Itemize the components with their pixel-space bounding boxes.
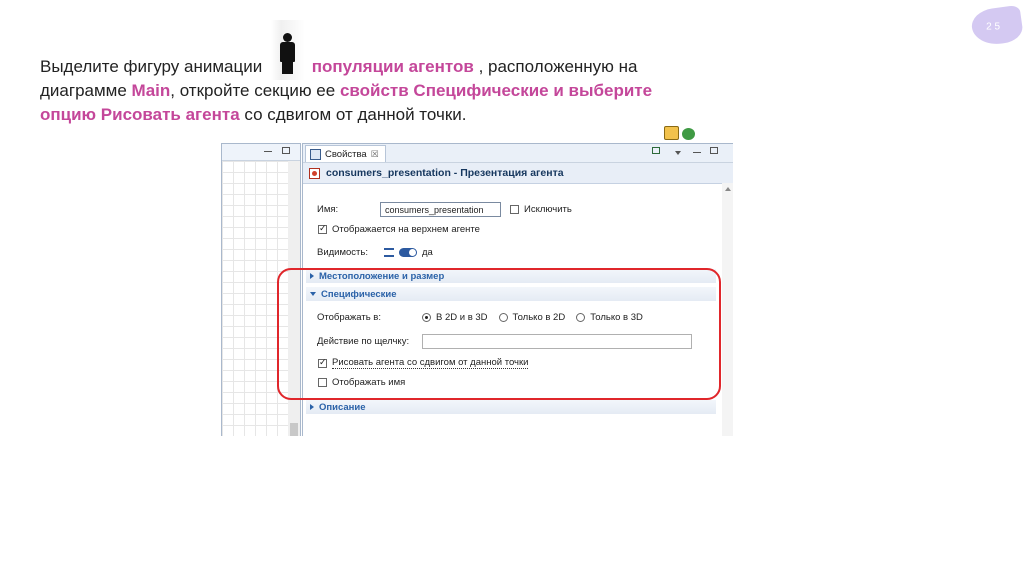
highlight-outline <box>277 268 721 400</box>
instruction-part: , откройте секцию ее <box>170 81 340 100</box>
properties-icon <box>310 148 321 160</box>
visibility-row: Видимость: да <box>317 247 433 258</box>
instruction-highlight: Main <box>131 81 171 100</box>
close-icon[interactable]: ☒ <box>371 149 379 160</box>
name-row: Имя: consumers_presentation Исключить <box>317 202 572 217</box>
tab-properties-label: Свойства <box>325 148 367 160</box>
visibility-label: Видимость: <box>317 247 368 258</box>
diagram-pane-header <box>222 144 300 161</box>
instruction-part: Выделите фигуру анимации <box>40 57 267 76</box>
instruction-highlight: популяции агентов <box>311 57 474 76</box>
exclude-label: Исключить <box>524 204 572 215</box>
instruction-part: со сдвигом от данной точки. <box>239 105 467 124</box>
agent-figure-icon <box>267 20 307 80</box>
chevron-right-icon <box>310 404 314 410</box>
slide-number: 2 5 <box>986 21 1001 33</box>
show-on-top-label: Отображается на верхнем агенте <box>332 224 480 235</box>
slide-number-badge: 2 5 <box>969 4 1024 48</box>
tab-properties[interactable]: Свойства ☒ <box>305 145 386 162</box>
bug-icon[interactable] <box>682 128 695 140</box>
show-on-top-row: Отображается на верхнем агенте <box>318 223 480 235</box>
visibility-value: да <box>422 247 433 258</box>
agent-presentation-icon <box>309 167 320 179</box>
maximize-icon[interactable] <box>710 147 718 154</box>
properties-title: consumers_presentation - Презентация аге… <box>303 163 733 184</box>
properties-scrollbar[interactable] <box>722 183 733 436</box>
visibility-toggle[interactable] <box>399 248 417 257</box>
section-description[interactable]: Описание <box>306 400 716 414</box>
section-description-label: Описание <box>319 401 366 413</box>
minimize-icon[interactable] <box>264 151 272 154</box>
maximize-icon[interactable] <box>282 147 290 154</box>
properties-tabbar: Свойства ☒ <box>303 144 733 163</box>
name-field[interactable]: consumers_presentation <box>380 202 501 217</box>
instruction-text: Выделите фигуру анимации популяции агент… <box>40 20 680 127</box>
name-label: Имя: <box>317 204 339 215</box>
new-view-icon[interactable] <box>652 147 660 154</box>
static-value-icon[interactable] <box>384 248 394 257</box>
exclude-checkbox[interactable] <box>510 205 519 214</box>
show-on-top-checkbox[interactable] <box>318 223 327 234</box>
properties-title-text: consumers_presentation - Презентация аге… <box>326 167 564 179</box>
minimize-icon[interactable] <box>693 152 701 155</box>
toolbar-icons <box>664 126 704 140</box>
view-menu-icon[interactable] <box>675 151 681 158</box>
perspective-icon[interactable] <box>664 126 679 140</box>
